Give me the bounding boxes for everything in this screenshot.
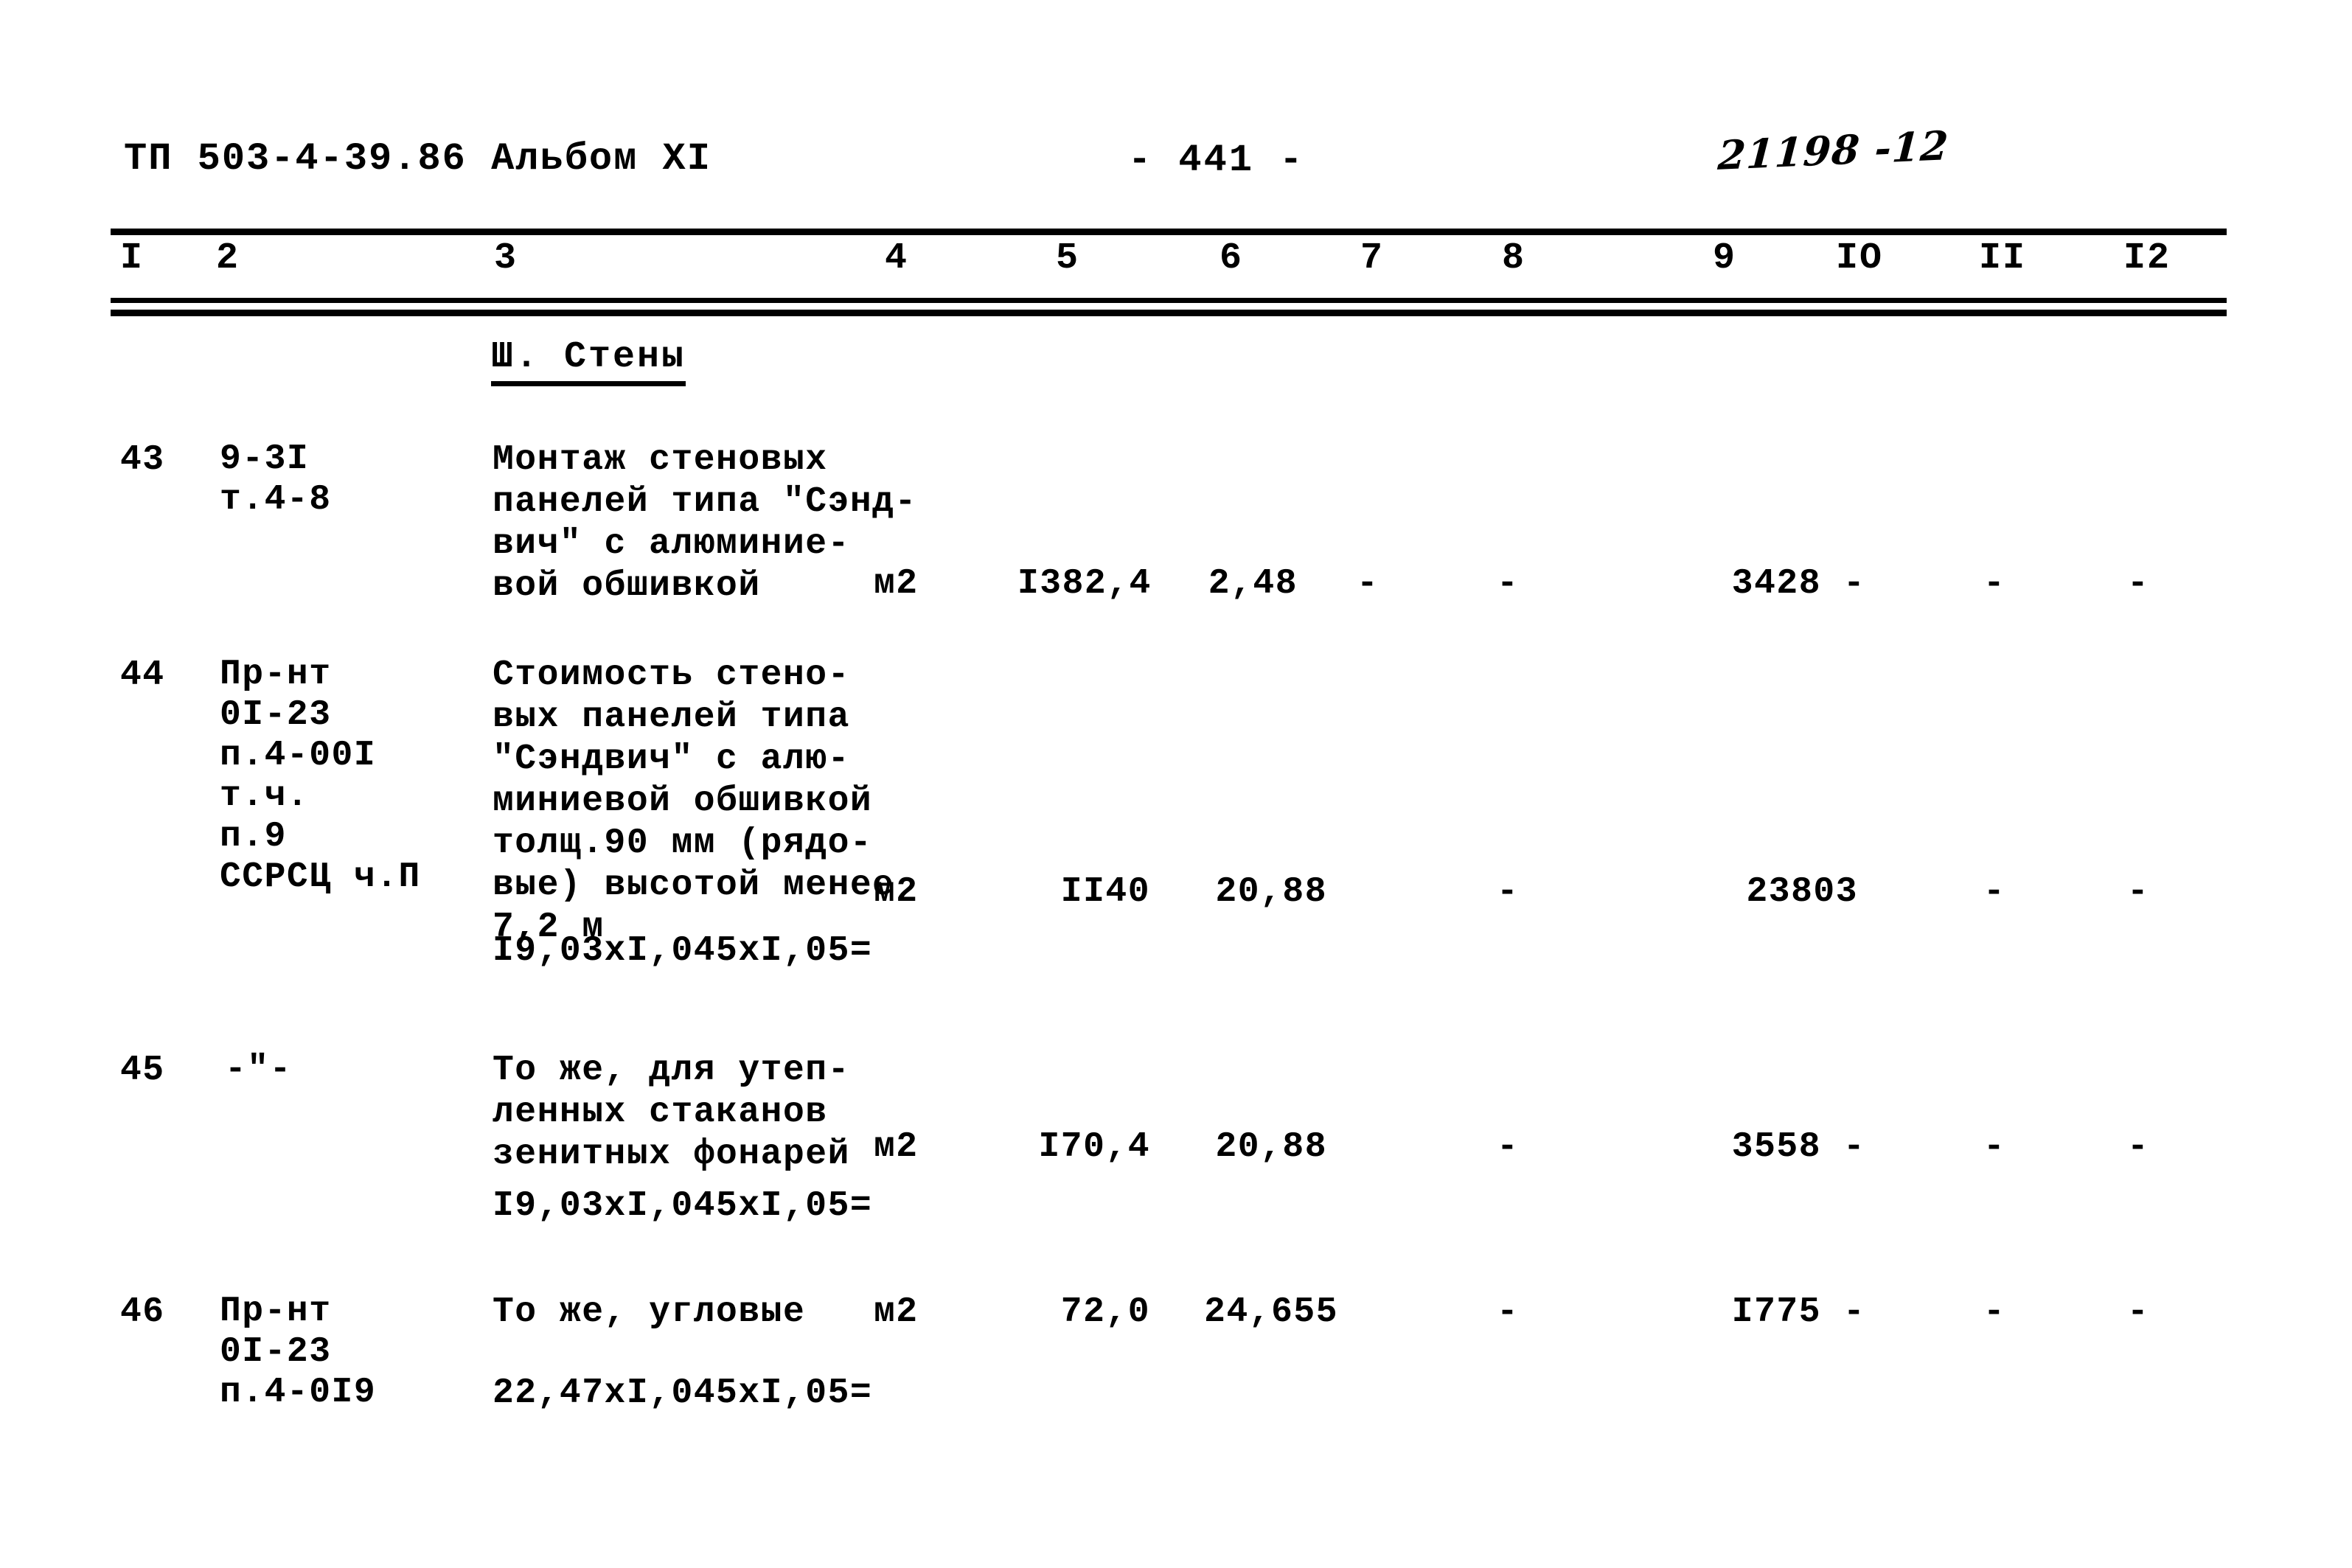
row-col5-quantity: 72,0 [1060,1292,1150,1332]
row-col9-total: 3428 [1731,564,1821,604]
row-references: -"- [225,1050,292,1090]
row-unit: м2 [874,872,919,912]
row-col10-value: - [1843,1292,1866,1332]
row-number: 43 [120,440,165,480]
row-description: Стоимость стено- вых панелей типа "Сэндв… [493,655,895,947]
column-number-6: 6 [1220,237,1244,279]
column-number-7: 7 [1360,237,1385,279]
row-col11-value: - [1983,1127,2006,1167]
column-number-11: II [1979,237,2027,279]
document-code: ТП 503-4-39.86 Альбом XI [124,137,711,181]
row-col6-unit-cost: 2,48 [1208,564,1298,604]
row-col5-quantity: II40 [1060,872,1150,912]
row-col8-value: - [1497,564,1520,604]
row-description: То же, для утеп- ленных стаканов зенитны… [493,1050,850,1174]
row-description: Монтаж стеновых панелей типа "Сэнд- вич"… [493,440,917,606]
document-page: ТП 503-4-39.86 Альбом XI - 441 - 21198 -… [0,0,2352,1568]
row-col5-quantity: I70,4 [1038,1127,1150,1167]
column-number-8: 8 [1502,237,1526,279]
table-rule-middle [111,298,2227,303]
row-col12-value: - [2127,1292,2150,1332]
column-number-2: 2 [216,237,240,279]
row-references: 9-3I т.4-8 [220,439,332,520]
row-unit: м2 [874,1127,919,1167]
row-description: То же, угловые [493,1292,806,1332]
table-rule-bottom [111,310,2227,316]
row-col12-value: - [2127,564,2150,604]
row-col8-value: - [1497,1127,1520,1167]
row-col11-value: - [1983,872,2006,912]
row-col7-value: - [1357,564,1379,604]
row-references: Пр-нт 0I-23 п.4-00I т.ч. п.9 ССРСЦ ч.П [220,655,421,897]
row-references: Пр-нт 0I-23 п.4-0I9 [220,1292,377,1412]
page-header: ТП 503-4-39.86 Альбом XI - 441 - 21198 -… [0,122,2352,189]
row-col11-value: - [1983,1292,2006,1332]
row-col12-value: - [2127,872,2150,912]
row-formula: 22,47xI,045xI,05= [493,1373,873,1413]
column-number-4: 4 [885,237,909,279]
row-unit: м2 [874,1292,919,1332]
row-number: 45 [120,1050,165,1090]
column-number-1: I [120,237,145,279]
row-col6-unit-cost: 20,88 [1215,1127,1327,1167]
row-col9-total: 23803 [1746,872,1858,912]
column-number-5: 5 [1056,237,1080,279]
page-number: - 441 - [1128,139,1305,182]
column-number-10: IO [1836,237,1884,279]
row-number: 44 [120,655,165,695]
row-col10-value: - [1843,564,1866,604]
row-formula: I9,03xI,045xI,05= [493,931,873,971]
row-col9-total: 3558 [1731,1127,1821,1167]
row-col6-unit-cost: 20,88 [1215,872,1327,912]
section-heading: Ш. Стены [491,336,686,386]
column-number-header: I 2 3 4 5 6 7 8 9 IO II I2 [0,237,2352,292]
row-col10-value: - [1843,1127,1866,1167]
row-col12-value: - [2127,1127,2150,1167]
row-formula: I9,03xI,045xI,05= [493,1186,873,1226]
row-col11-value: - [1983,564,2006,604]
table-rule-top [111,229,2227,235]
handwritten-annotation: 21198 -12 [1716,122,1951,179]
row-col5-quantity: I382,4 [1017,564,1152,604]
row-col9-total: I775 [1731,1292,1821,1332]
row-col8-value: - [1497,872,1520,912]
row-number: 46 [120,1292,165,1332]
column-number-3: 3 [494,237,518,279]
row-unit: м2 [874,564,919,604]
row-col6-unit-cost: 24,655 [1204,1292,1338,1332]
column-number-9: 9 [1713,237,1737,279]
row-col8-value: - [1497,1292,1520,1332]
column-number-12: I2 [2123,237,2171,279]
